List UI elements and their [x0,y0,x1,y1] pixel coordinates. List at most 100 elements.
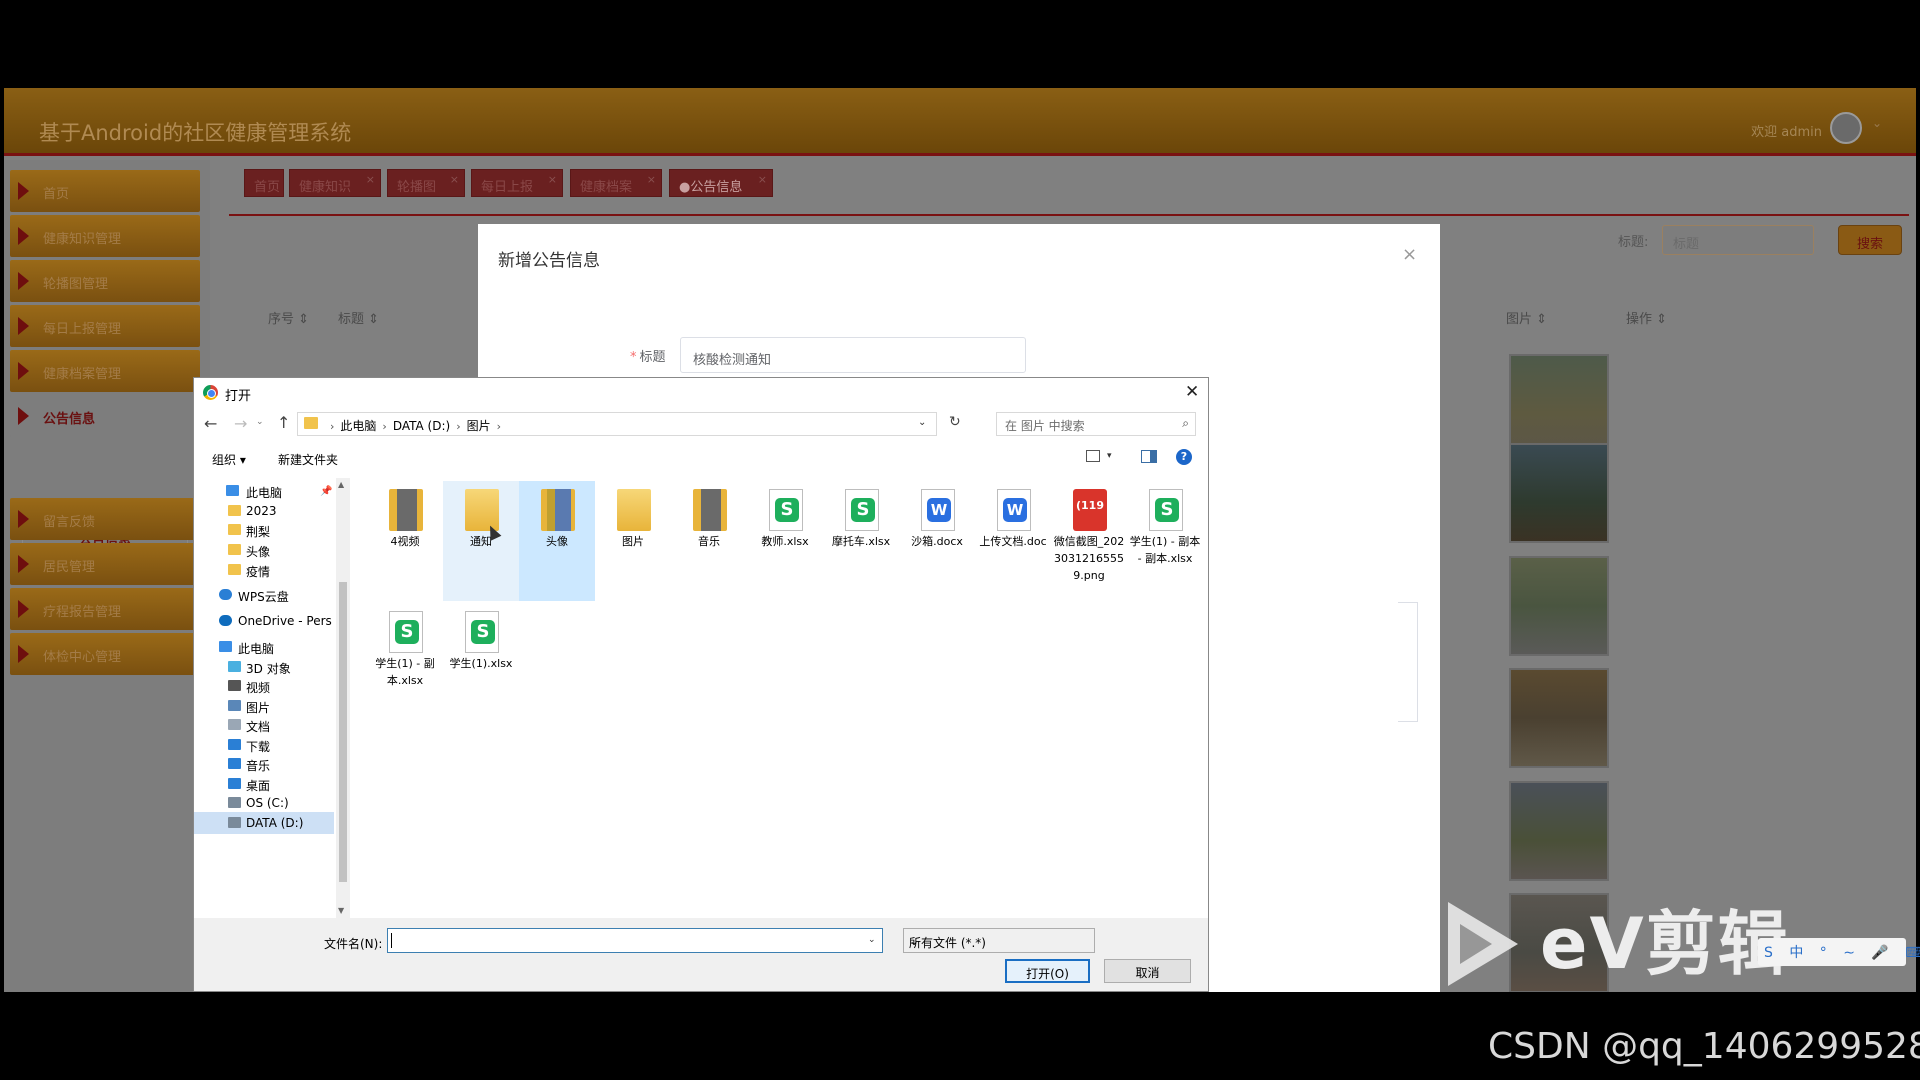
tab-health-knowledge[interactable]: 健康知识 × [289,169,381,197]
column-header-index[interactable]: 序号 ⇕ [268,308,309,327]
organize-button[interactable]: 组织 ▾ [212,451,246,468]
title-input[interactable]: 核酸检测通知 [680,337,1026,373]
filename-input[interactable]: ⌄ [387,928,883,953]
sidebar-item-checkup-center[interactable]: 体检中心管理 [10,633,200,675]
nav-item-this-pc[interactable]: 此电脑 📌 [194,480,334,502]
navigation-scrollbar[interactable]: ▲ ▼ [336,478,350,918]
close-icon[interactable]: × [450,173,459,186]
nav-item-music[interactable]: 音乐 [194,753,334,775]
breadcrumb-item[interactable]: 此电脑 [340,419,376,433]
tab-label: ●公告信息 [679,180,743,195]
dialog-search-input[interactable]: 在 图片 中搜索 ⌕ [996,412,1196,436]
close-icon[interactable]: ✕ [1185,382,1199,402]
close-icon[interactable]: × [758,173,767,186]
search-button[interactable]: 搜索 [1838,225,1902,255]
nav-item-documents[interactable]: 文档 [194,714,334,736]
file-item[interactable]: 头像 [519,481,595,601]
sidebar-item-carousel[interactable]: 轮播图管理 [10,260,200,302]
folder-icon [228,564,241,575]
folder-icon [228,505,241,516]
close-icon[interactable]: × [1402,244,1417,265]
close-icon[interactable]: × [366,173,375,186]
preview-pane-icon[interactable] [1141,450,1157,463]
chevron-down-icon[interactable]: ⌄ [918,417,926,428]
sidebar-item-health-records[interactable]: 健康档案管理 [10,350,200,392]
breadcrumb-item[interactable]: DATA (D:) [393,419,450,433]
ime-toolbar[interactable]: S 中 ° ∼ 🎤 ⌨ 👕 ⊞ [1758,938,1920,966]
spreadsheet-file-icon [845,489,879,531]
drive-icon [228,817,241,828]
file-item[interactable]: 4视频 [367,481,443,601]
sidebar-item-feedback[interactable]: 留言反馈 [10,498,200,540]
sidebar-item-label: 健康档案管理 [43,367,122,382]
help-icon[interactable]: ? [1176,449,1192,465]
nav-item-label: OneDrive - Pers [238,614,332,628]
file-item[interactable]: 沙箱.docx [899,481,975,601]
chevron-down-icon[interactable]: ▾ [1107,451,1112,461]
sidebar-item-health-knowledge[interactable]: 健康知识管理 [10,215,200,257]
address-bar[interactable]: › 此电脑 › DATA (D:) › 图片 › ⌄ [297,412,937,436]
music-icon [228,758,241,769]
file-item[interactable]: 学生(1).xlsx [443,603,519,723]
column-header-image[interactable]: 图片 ⇕ [1506,308,1547,327]
filetype-select[interactable]: 所有文件 (*.*) ⌄ [903,928,1095,953]
close-icon[interactable]: × [548,173,557,186]
file-item[interactable]: 教师.xlsx [747,481,823,601]
file-item[interactable]: 学生(1) - 副本 - 副本.xlsx [1127,481,1203,601]
file-item[interactable]: 音乐 [671,481,747,601]
nav-item-jingli[interactable]: 荆梨 [194,519,334,541]
title-field-label-text: 标题 [639,350,666,365]
welcome-text: 欢迎 admin [1751,125,1822,140]
nav-item-avatar[interactable]: 头像 [194,539,334,561]
caret-right-icon [18,272,29,290]
cancel-button[interactable]: 取消 [1104,959,1191,983]
cancel-button-label: 取消 [1135,966,1160,980]
tab-home[interactable]: 首页 [244,169,284,197]
sidebar-item-home[interactable]: 首页 [10,170,200,212]
nav-item-drive-d[interactable]: DATA (D:) [194,812,334,834]
tab-carousel[interactable]: 轮播图 × [387,169,465,197]
file-name: 学生(1) - 副本 - 副本.xlsx [1129,535,1201,565]
forward-arrow-icon[interactable]: → [234,414,247,433]
chevron-down-icon[interactable]: ⌄ [868,935,876,945]
file-item[interactable]: 学生(1) - 副本.xlsx [367,603,443,723]
open-button[interactable]: 打开(O) [1005,959,1090,983]
up-arrow-icon[interactable]: ↑ [277,413,290,432]
nav-item-epidemic[interactable]: 疫情 [194,559,334,581]
new-folder-button[interactable]: 新建文件夹 [278,451,338,468]
sidebar-item-residents[interactable]: 居民管理 [10,543,200,585]
nav-item-wps-cloud[interactable]: WPS云盘 [194,584,334,606]
file-item[interactable]: 上传文档.doc [975,481,1051,601]
file-item[interactable]: 图片 [595,481,671,601]
tab-daily-report[interactable]: 每日上报 × [471,169,563,197]
logo-text: eV剪辑 [1540,903,1790,985]
column-header-title[interactable]: 标题 ⇕ [338,308,379,327]
nav-item-videos[interactable]: 视频 [194,675,334,697]
close-icon[interactable]: × [647,173,656,186]
scrollbar-thumb[interactable] [339,582,347,882]
avatar[interactable] [1830,112,1862,144]
recent-locations-icon[interactable]: ⌄ [256,417,264,427]
sidebar-item-daily-report[interactable]: 每日上报管理 [10,305,200,347]
nav-item-label: 音乐 [246,759,271,773]
file-item[interactable]: 微信截图_20230312165559.png [1051,481,1127,601]
nav-item-this-pc[interactable]: 此电脑 [194,636,334,658]
scroll-down-icon[interactable]: ▼ [338,906,344,915]
search-input[interactable]: 标题 [1662,225,1814,255]
sidebar-item-treatment-report[interactable]: 疗程报告管理 [10,588,200,630]
scroll-up-icon[interactable]: ▲ [338,480,344,489]
file-item[interactable]: 摩托车.xlsx [823,481,899,601]
file-item[interactable]: 通知 [443,481,519,601]
back-arrow-icon[interactable]: ← [204,414,217,433]
refresh-icon[interactable]: ↻ [949,414,961,430]
nav-item-drive-c[interactable]: OS (C:) [194,792,334,814]
tab-announcements[interactable]: ●公告信息 × [669,169,773,197]
sidebar-item-announcements[interactable]: 公告信息 [10,395,200,437]
breadcrumb-item[interactable]: 图片 [467,419,491,433]
tab-health-records[interactable]: 健康档案 × [570,169,662,197]
nav-item-onedrive[interactable]: OneDrive - Pers [194,610,334,632]
column-header-actions[interactable]: 操作 ⇕ [1626,308,1667,327]
word-file-icon [921,489,955,531]
view-mode-icon[interactable] [1086,450,1100,462]
user-menu-caret-icon[interactable]: ⌄ [1872,116,1882,130]
